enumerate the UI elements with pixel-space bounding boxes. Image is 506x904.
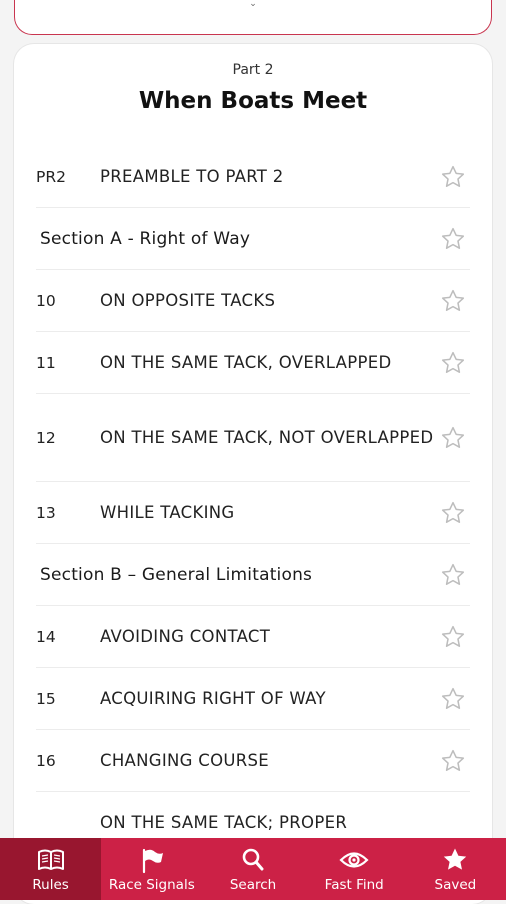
rule-row-15[interactable]: 15 ACQUIRING RIGHT OF WAY <box>36 668 470 730</box>
rule-title: ON OPPOSITE TACKS <box>100 290 276 310</box>
section-title: Section B – General Limitations <box>40 564 313 585</box>
rule-number: 15 <box>36 689 56 708</box>
rule-number: 14 <box>36 627 56 646</box>
flag-icon <box>137 846 167 874</box>
rule-title: WHILE TACKING <box>100 502 235 522</box>
part-label: Part 2 <box>232 62 274 78</box>
book-icon <box>36 846 66 874</box>
nav-saved[interactable]: Saved <box>405 838 506 900</box>
star-outline-icon[interactable] <box>440 500 466 526</box>
star-outline-icon[interactable] <box>440 748 466 774</box>
rule-row-14[interactable]: 14 AVOIDING CONTACT <box>36 606 470 668</box>
rule-number: 12 <box>36 428 56 447</box>
star-outline-icon[interactable] <box>440 425 466 451</box>
chevron-down-icon: ⌄ <box>249 0 257 9</box>
nav-race-signals[interactable]: Race Signals <box>101 838 202 900</box>
rule-title: ON THE SAME TACK, OVERLAPPED <box>100 352 392 372</box>
rule-number: 16 <box>36 751 56 770</box>
section-row-b[interactable]: Section B – General Limitations <box>36 544 470 606</box>
previous-part-card[interactable]: ⌄ <box>14 0 492 35</box>
star-outline-icon[interactable] <box>440 288 466 314</box>
rule-title: ON THE SAME TACK; PROPER <box>100 812 348 832</box>
rule-row-11[interactable]: 11 ON THE SAME TACK, OVERLAPPED <box>36 332 470 394</box>
rule-row-10[interactable]: 10 ON OPPOSITE TACKS <box>36 270 470 332</box>
star-icon <box>440 846 470 874</box>
eye-icon <box>339 846 369 874</box>
rule-title: CHANGING COURSE <box>100 750 270 770</box>
rule-number: 13 <box>36 503 56 522</box>
section-row-a[interactable]: Section A - Right of Way <box>36 208 470 270</box>
rule-row-16[interactable]: 16 CHANGING COURSE <box>36 730 470 792</box>
rule-row-12[interactable]: 12 ON THE SAME TACK, NOT OVERLAPPED <box>36 394 470 482</box>
nav-label: Saved <box>434 876 477 893</box>
nav-label: Search <box>229 876 277 893</box>
nav-search[interactable]: Search <box>202 838 303 900</box>
rule-title: PREAMBLE TO PART 2 <box>100 166 284 186</box>
search-icon <box>238 846 268 874</box>
nav-label: Race Signals <box>108 876 195 893</box>
part-title: When Boats Meet <box>138 88 368 114</box>
rule-row-pr2[interactable]: PR2 PREAMBLE TO PART 2 <box>36 146 470 208</box>
star-outline-icon[interactable] <box>440 164 466 190</box>
star-outline-icon[interactable] <box>440 350 466 376</box>
star-outline-icon[interactable] <box>440 624 466 650</box>
rule-row-13[interactable]: 13 WHILE TACKING <box>36 482 470 544</box>
star-outline-icon[interactable] <box>440 226 466 252</box>
nav-label: Fast Find <box>324 876 384 893</box>
star-outline-icon[interactable] <box>440 562 466 588</box>
part-card: Part 2 When Boats Meet PR2 PREAMBLE TO P… <box>14 44 492 904</box>
rule-title: ON THE SAME TACK, NOT OVERLAPPED <box>100 427 434 447</box>
rule-number: 11 <box>36 353 56 372</box>
star-outline-icon[interactable] <box>440 686 466 712</box>
rule-number: 10 <box>36 291 56 310</box>
rule-title: ACQUIRING RIGHT OF WAY <box>100 688 326 708</box>
rule-number: PR2 <box>36 167 66 186</box>
bottom-navigation: Rules Race Signals Search Fast Find Save… <box>0 838 506 900</box>
nav-label: Rules <box>32 876 69 893</box>
section-title: Section A - Right of Way <box>40 228 251 249</box>
rule-title: AVOIDING CONTACT <box>100 626 271 646</box>
rules-list: PR2 PREAMBLE TO PART 2 Section A - Right… <box>36 146 470 854</box>
nav-rules[interactable]: Rules <box>0 838 102 900</box>
nav-fast-find[interactable]: Fast Find <box>304 838 405 900</box>
